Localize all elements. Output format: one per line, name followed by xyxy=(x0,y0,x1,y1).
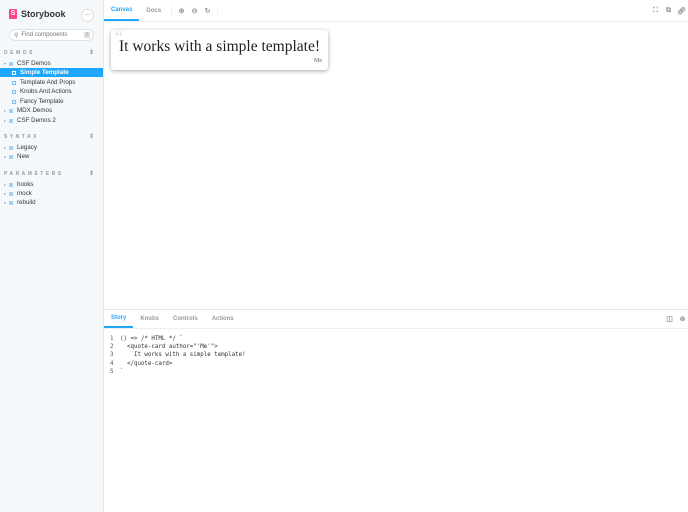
story-icon xyxy=(12,89,16,94)
code-line: 3 It works with a simple template! xyxy=(110,352,246,359)
section-demos[interactable]: DEMOS ⇕ xyxy=(4,50,94,56)
caret-icon: ▸ xyxy=(4,108,7,113)
caret-icon: ▸ xyxy=(4,118,7,123)
tree-item-mdx-demos[interactable]: ▸ MDX Demos xyxy=(0,106,103,115)
tree-item-fancy-template[interactable]: Fancy Template xyxy=(0,97,103,106)
tab-controls[interactable]: Controls xyxy=(166,310,205,328)
story-icon xyxy=(12,80,16,85)
divider xyxy=(217,6,219,15)
tree-item-hooks[interactable]: ▸ hooks xyxy=(0,180,103,189)
panel-orientation-icon[interactable]: ◫ xyxy=(663,310,676,328)
tree-item-mock[interactable]: ▸ mock xyxy=(0,189,103,198)
tree-item-simple-template[interactable]: Simple Template xyxy=(0,68,103,77)
fullscreen-icon[interactable]: ⛶ xyxy=(649,0,662,21)
main-area: Canvas Docs ⊕ ⊖ ↻ ⛶ ⧉ 🔗︎ “ It works with… xyxy=(103,0,688,512)
sidebar: S Storybook ··· ⚲ Find components / DEMOS ⇕ … xyxy=(0,0,103,512)
tab-story[interactable]: Story xyxy=(104,310,134,328)
folder-icon xyxy=(9,154,13,159)
code-line: 4 </quote-card> xyxy=(110,360,173,367)
logo-icon: S xyxy=(9,9,17,19)
search-icon: ⚲ xyxy=(14,32,19,39)
tab-knobs[interactable]: Knobs xyxy=(133,310,166,328)
addons-panel: Story Knobs Controls Actions ◫ ⊗ 1() => … xyxy=(104,309,688,512)
caret-icon: ▸ xyxy=(4,191,7,196)
close-panel-icon[interactable]: ⊗ xyxy=(676,310,688,328)
zoom-out-icon[interactable]: ⊖ xyxy=(188,0,201,21)
zoom-in-icon[interactable]: ⊕ xyxy=(175,0,188,21)
divider xyxy=(171,6,173,15)
addons-tabs: Story Knobs Controls Actions ◫ ⊗ xyxy=(104,310,688,329)
search-input[interactable]: ⚲ Find components / xyxy=(9,29,94,41)
folder-icon xyxy=(9,145,13,150)
caret-icon: ▸ xyxy=(4,154,7,159)
expand-icon[interactable]: ⇕ xyxy=(89,49,94,56)
folder-icon xyxy=(9,108,13,113)
code-line: 2 <quote-card author="'Me'"> xyxy=(110,344,218,351)
code-view: 1() => /* HTML */ ` 2 <quote-card author… xyxy=(104,329,688,382)
folder-icon xyxy=(9,191,13,196)
tree-item-csf-demos[interactable]: ▾ CSF Demos xyxy=(0,59,103,68)
story-icon xyxy=(12,70,16,75)
tree-item-rebuild[interactable]: ▸ rebuild xyxy=(0,198,103,207)
quote-text: It works with a simple template! xyxy=(119,38,321,55)
quote-card: “ It works with a simple template! Me xyxy=(111,27,328,70)
folder-icon xyxy=(9,118,13,123)
search-placeholder: Find components xyxy=(21,32,68,38)
quote-author: Me xyxy=(314,58,322,64)
expand-icon[interactable]: ⇕ xyxy=(89,133,94,140)
caret-icon: ▸ xyxy=(4,145,7,150)
tree-item-new[interactable]: ▸ New xyxy=(0,152,103,161)
folder-icon xyxy=(9,182,13,187)
caret-icon: ▸ xyxy=(4,200,7,205)
folder-icon xyxy=(9,61,13,66)
brand-name: Storybook xyxy=(21,9,66,19)
tree-item-legacy[interactable]: ▸ Legacy xyxy=(0,143,103,152)
shortcut-badge: / xyxy=(84,32,90,38)
open-new-tab-icon[interactable]: ⧉ xyxy=(662,0,675,21)
tree-item-knobs-and-actions[interactable]: Knobs And Actions xyxy=(0,87,103,96)
tree-item-template-and-props[interactable]: Template And Props xyxy=(0,78,103,87)
tree-item-csf-demos-2[interactable]: ▸ CSF Demos 2 xyxy=(0,116,103,125)
code-line: 1() => /* HTML */ ` xyxy=(110,336,183,342)
storybook-logo[interactable]: S Storybook xyxy=(9,9,66,19)
copy-link-icon[interactable]: 🔗︎ xyxy=(675,0,688,21)
tab-actions[interactable]: Actions xyxy=(205,310,241,328)
section-parameters[interactable]: PARAMETERS ⇕ xyxy=(4,171,94,177)
section-syntax[interactable]: SYNTAX ⇕ xyxy=(4,134,94,140)
folder-icon xyxy=(9,200,13,205)
menu-button[interactable]: ··· xyxy=(81,9,94,22)
tab-canvas[interactable]: Canvas xyxy=(104,0,140,21)
story-icon xyxy=(12,99,16,104)
caret-icon: ▾ xyxy=(4,61,7,66)
zoom-reset-icon[interactable]: ↻ xyxy=(201,0,214,21)
tab-docs[interactable]: Docs xyxy=(139,0,168,21)
toolbar: Canvas Docs ⊕ ⊖ ↻ ⛶ ⧉ 🔗︎ xyxy=(104,0,688,22)
expand-icon[interactable]: ⇕ xyxy=(89,170,94,177)
code-line: 5 ` xyxy=(110,368,124,375)
caret-icon: ▸ xyxy=(4,182,7,187)
